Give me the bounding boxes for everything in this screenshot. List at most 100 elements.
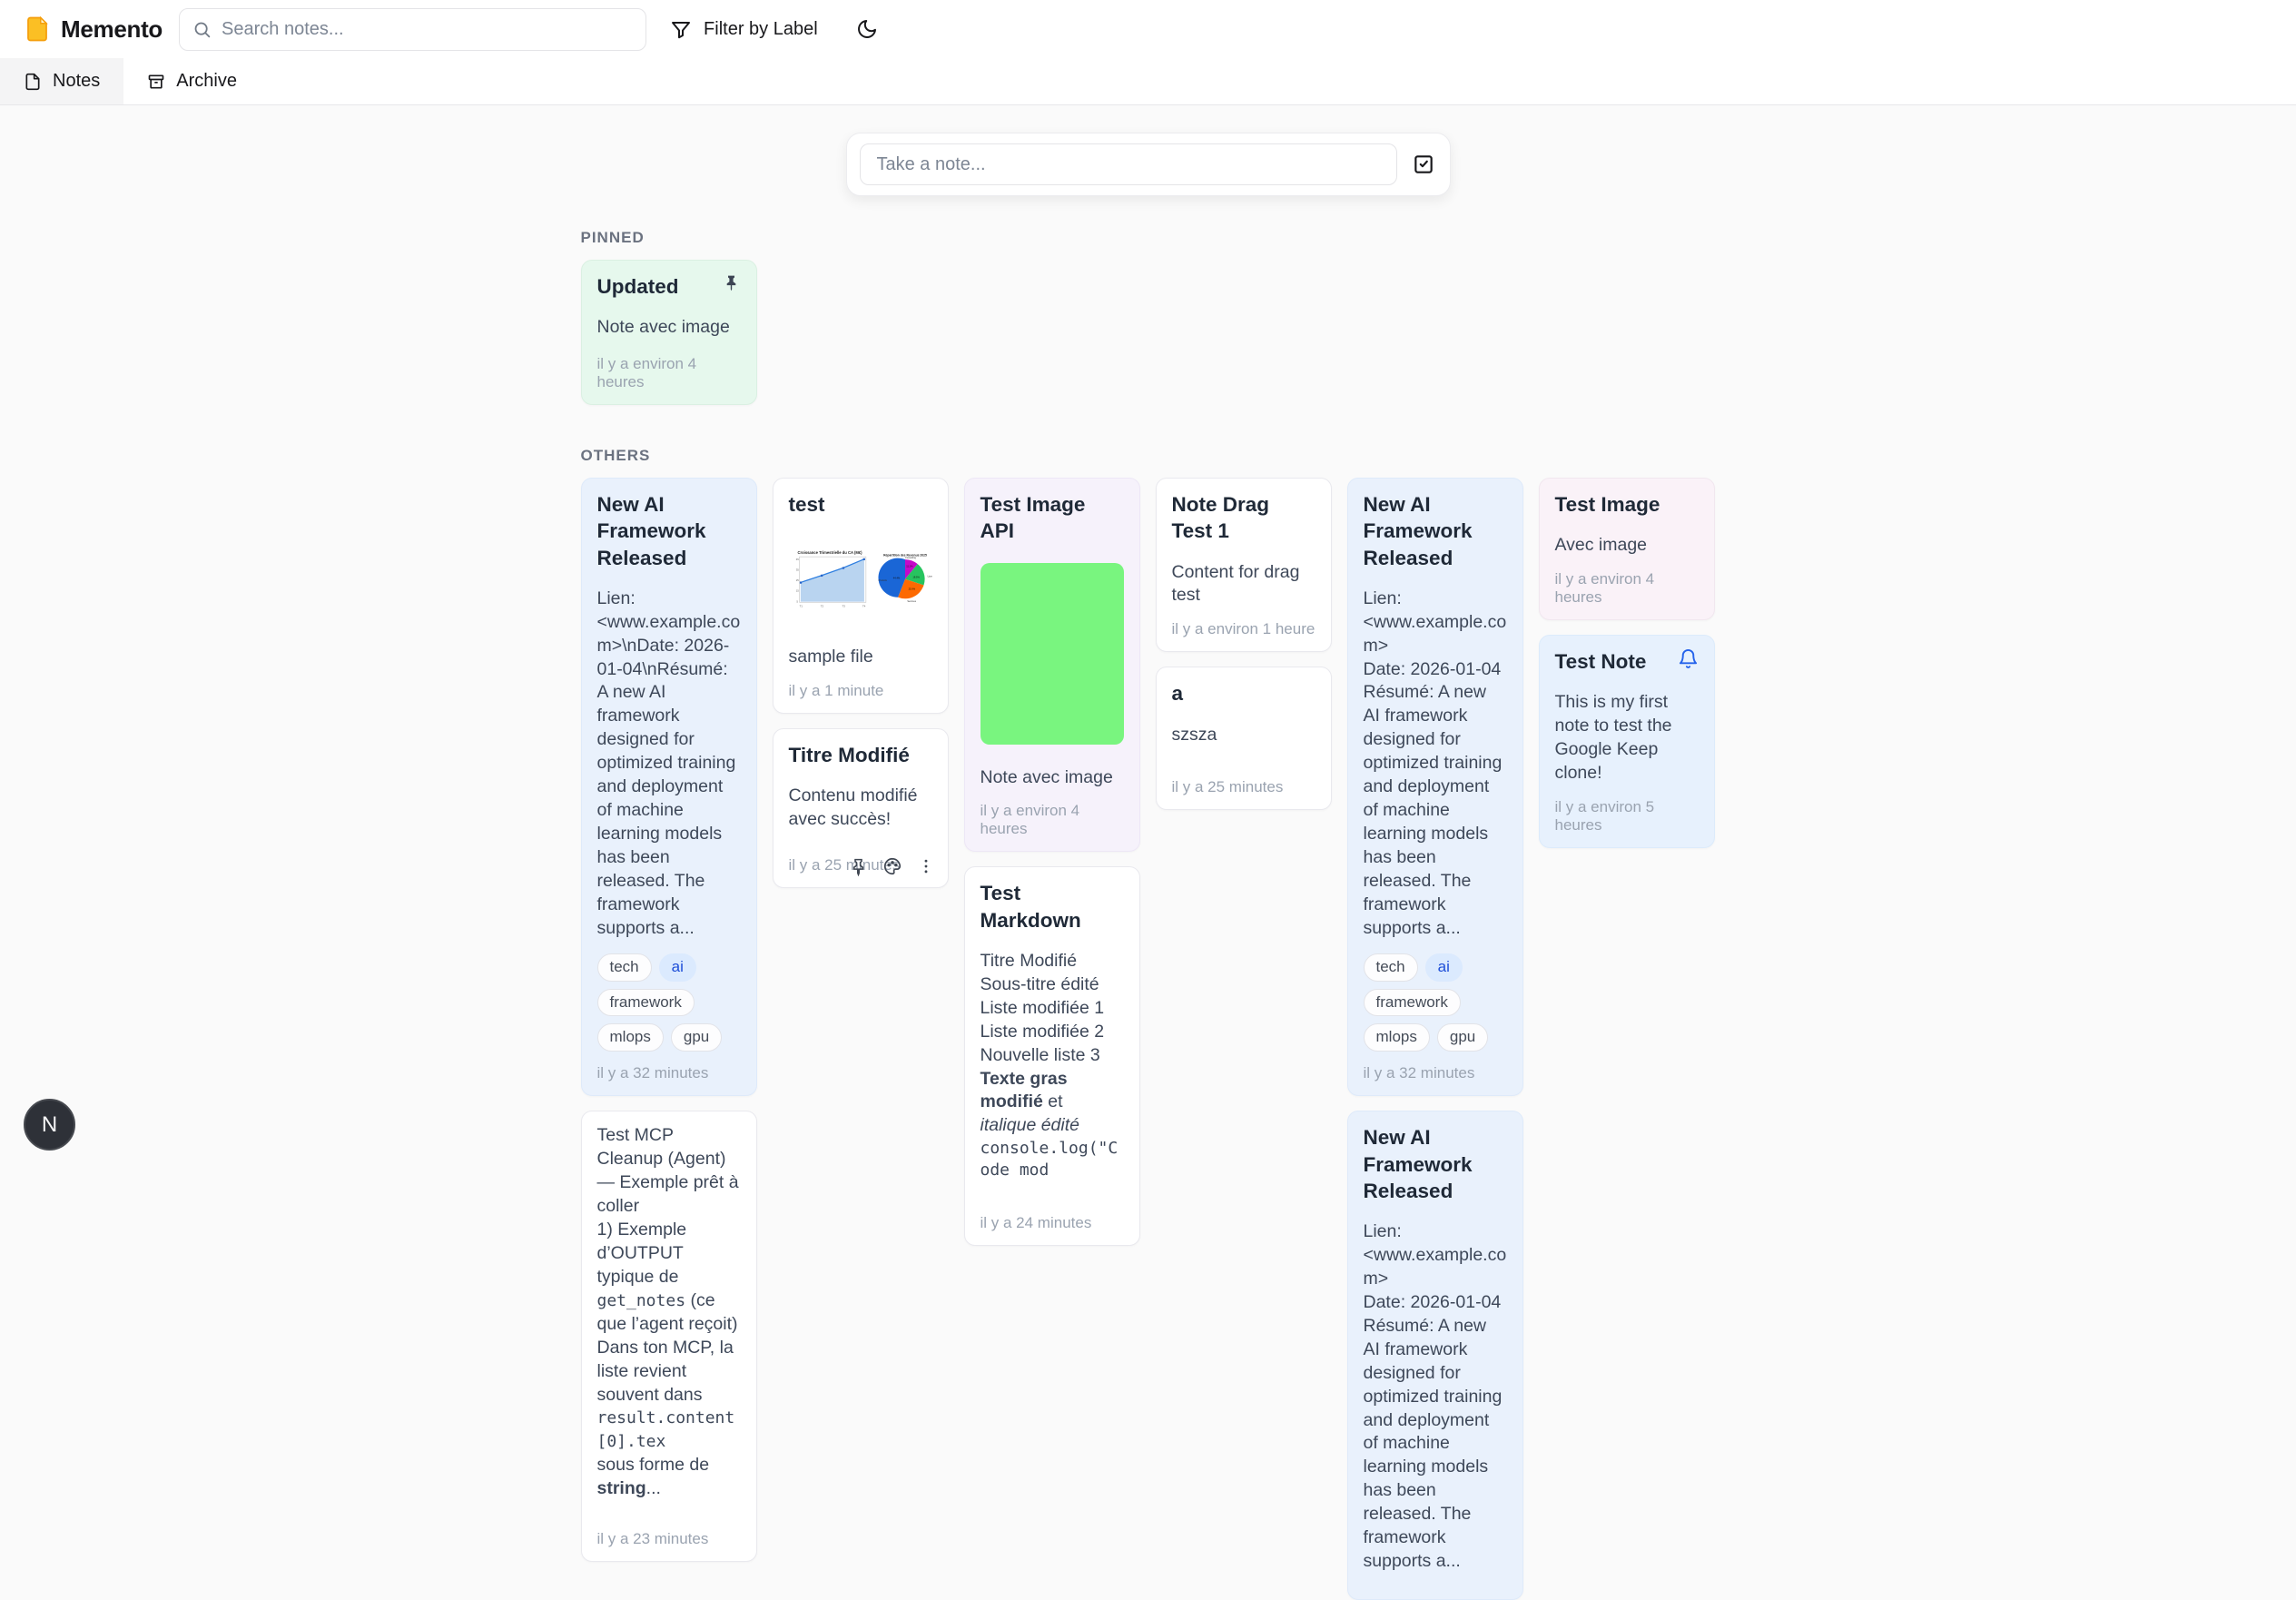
label-chip-gpu[interactable]: gpu — [1437, 1023, 1488, 1052]
note-body: Lien: <www.example.com>\nDate: 2026-01-0… — [597, 588, 741, 941]
inline-code: result.content[0].tex — [597, 1408, 735, 1451]
svg-text:T4: T4 — [862, 605, 866, 608]
palette-icon[interactable] — [882, 856, 902, 876]
note-title: New AI Framework Released — [1364, 491, 1507, 571]
search-icon — [192, 20, 212, 39]
filter-by-label-button[interactable]: Filter by Label — [670, 18, 818, 40]
note-image-attachments: Croissance Trimestrielle du CA (M€) 4535… — [789, 538, 932, 624]
note-composer[interactable] — [846, 133, 1451, 196]
note-card-test-image[interactable]: Test Image Avec image il y a environ 4 h… — [1539, 478, 1715, 620]
svg-text:18.5%: 18.5% — [912, 576, 920, 579]
note-title: Test Image API — [980, 491, 1124, 545]
take-a-note-input[interactable] — [860, 143, 1397, 185]
user-avatar[interactable]: N — [24, 1099, 75, 1151]
others-section-label: OTHERS — [581, 447, 1716, 465]
svg-text:Licences: Licences — [927, 576, 931, 578]
note-card-test-mcp-cleanup[interactable]: Test MCP Cleanup (Agent) — Exemple prêt … — [581, 1111, 757, 1562]
note-card-a[interactable]: a szsza il y a 25 minutes — [1156, 667, 1332, 810]
grid-column-4: Note Drag Test 1 Content for drag test i… — [1156, 478, 1332, 810]
archive-icon — [147, 73, 165, 91]
pin-outline-icon[interactable] — [849, 857, 868, 876]
note-timestamp: il y a 32 minutes — [597, 1064, 741, 1082]
label-chips: tech ai framework mlops gpu — [597, 953, 741, 1052]
label-chip-tech[interactable]: tech — [1364, 953, 1418, 982]
note-card-new-ai-framework-1[interactable]: New AI Framework Released Lien: <www.exa… — [581, 478, 757, 1096]
note-body: Lien: <www.example.com> Date: 2026-01-04… — [1364, 588, 1507, 941]
note-card-updated[interactable]: Updated Note avec image il y a environ 4… — [581, 260, 757, 405]
note-body: Lien: <www.example.com> Date: 2026-01-04… — [1364, 1220, 1507, 1574]
label-chip-ai[interactable]: ai — [1425, 953, 1463, 982]
note-title: New AI Framework Released — [597, 491, 741, 571]
label-chip-tech[interactable]: tech — [597, 953, 652, 982]
label-chip-framework[interactable]: framework — [597, 989, 695, 1017]
label-chip-gpu[interactable]: gpu — [671, 1023, 722, 1052]
label-chip-mlops[interactable]: mlops — [1364, 1023, 1430, 1052]
pie-chart-thumbnail: Répartition des Revenus 2025 Consulting … — [878, 538, 932, 624]
label-chip-framework[interactable]: framework — [1364, 989, 1461, 1017]
label-chip-mlops[interactable]: mlops — [597, 1023, 664, 1052]
moon-icon — [856, 18, 878, 40]
label-chips: tech ai framework mlops gpu — [1364, 953, 1507, 1052]
check-square-icon — [1412, 153, 1435, 176]
svg-text:44.4%: 44.4% — [892, 577, 900, 580]
notes-grid: New AI Framework Released Lien: <www.exa… — [581, 478, 1716, 1600]
note-body: szsza — [1172, 724, 1316, 747]
avatar-initial: N — [42, 1112, 57, 1138]
note-file-icon — [24, 73, 42, 91]
note-timestamp: il y a 25 minutes — [1172, 778, 1316, 796]
search-input[interactable] — [222, 19, 633, 40]
tab-notes[interactable]: Notes — [0, 58, 123, 104]
inline-code: console.log("Code mod — [980, 1138, 1124, 1181]
new-checklist-button[interactable] — [1410, 151, 1437, 178]
tab-bar: Notes Archive — [0, 58, 2296, 105]
search-box[interactable] — [179, 8, 646, 51]
svg-text:T2: T2 — [820, 605, 823, 608]
note-card-new-ai-framework-3[interactable]: New AI Framework Released Lien: <www.exa… — [1347, 1111, 1523, 1600]
note-title: Test Image — [1555, 491, 1699, 518]
svg-text:45: 45 — [795, 558, 799, 561]
grid-column-6: Test Image Avec image il y a environ 4 h… — [1539, 478, 1715, 848]
note-card-test-image-api[interactable]: Test Image API Note avec image il y a en… — [964, 478, 1140, 852]
reminder-bell-icon — [1678, 648, 1699, 669]
note-title: Test Markdown — [980, 880, 1124, 933]
grid-column-5: New AI Framework Released Lien: <www.exa… — [1347, 478, 1523, 1600]
svg-text:Services: Services — [907, 600, 916, 603]
app-header: Memento Filter by Label — [0, 0, 2296, 58]
note-body: Content for drag test — [1172, 561, 1316, 608]
note-title: test — [789, 491, 932, 518]
note-timestamp: il y a 32 minutes — [1364, 1064, 1507, 1082]
note-body: Titre Modifié Sous-titre édité Liste mod… — [980, 950, 1124, 1181]
note-title: a — [1172, 680, 1316, 706]
note-card-new-ai-framework-2[interactable]: New AI Framework Released Lien: <www.exa… — [1347, 478, 1523, 1096]
note-body: sample file — [789, 646, 932, 669]
svg-text:25.9%: 25.9% — [908, 588, 915, 591]
note-card-titre-modifie[interactable]: Titre Modifié Contenu modifié avec succè… — [773, 728, 949, 888]
note-title: Test Note — [1555, 648, 1647, 675]
note-body: Avec image — [1555, 534, 1699, 558]
note-card-test-note[interactable]: Test Note This is my first note to test … — [1539, 635, 1715, 848]
svg-text:11.1%: 11.1% — [906, 565, 913, 568]
note-card-drag-test[interactable]: Note Drag Test 1 Content for drag test i… — [1156, 478, 1332, 652]
tab-archive[interactable]: Archive — [123, 58, 261, 104]
note-title: Titre Modifié — [789, 742, 932, 768]
note-body: Test MCP Cleanup (Agent) — Exemple prêt … — [597, 1124, 741, 1501]
note-card-test[interactable]: test Croissance Trimestrielle du CA (M€)… — [773, 478, 949, 714]
svg-text:T3: T3 — [842, 605, 845, 608]
svg-text:Croissance Trimestrielle du CA: Croissance Trimestrielle du CA (M€) — [797, 550, 862, 555]
more-options-icon[interactable] — [917, 857, 935, 875]
label-chip-ai[interactable]: ai — [659, 953, 696, 982]
note-timestamp: il y a 23 minutes — [597, 1530, 741, 1548]
note-image-green — [980, 563, 1124, 745]
note-body: Note avec image — [597, 316, 741, 340]
funnel-icon — [670, 18, 692, 40]
note-body: Contenu modifié avec succès! — [789, 785, 932, 832]
svg-text:Consulting: Consulting — [905, 557, 916, 559]
note-timestamp: il y a 1 minute — [789, 682, 932, 700]
pin-icon[interactable] — [722, 273, 741, 292]
note-body: Note avec image — [980, 766, 1124, 790]
dark-mode-toggle[interactable] — [856, 18, 878, 40]
note-title: Updated — [597, 273, 679, 300]
note-card-test-markdown[interactable]: Test Markdown Titre Modifié Sous-titre é… — [964, 866, 1140, 1246]
note-title: New AI Framework Released — [1364, 1124, 1507, 1204]
grid-column-3: Test Image API Note avec image il y a en… — [964, 478, 1140, 1246]
